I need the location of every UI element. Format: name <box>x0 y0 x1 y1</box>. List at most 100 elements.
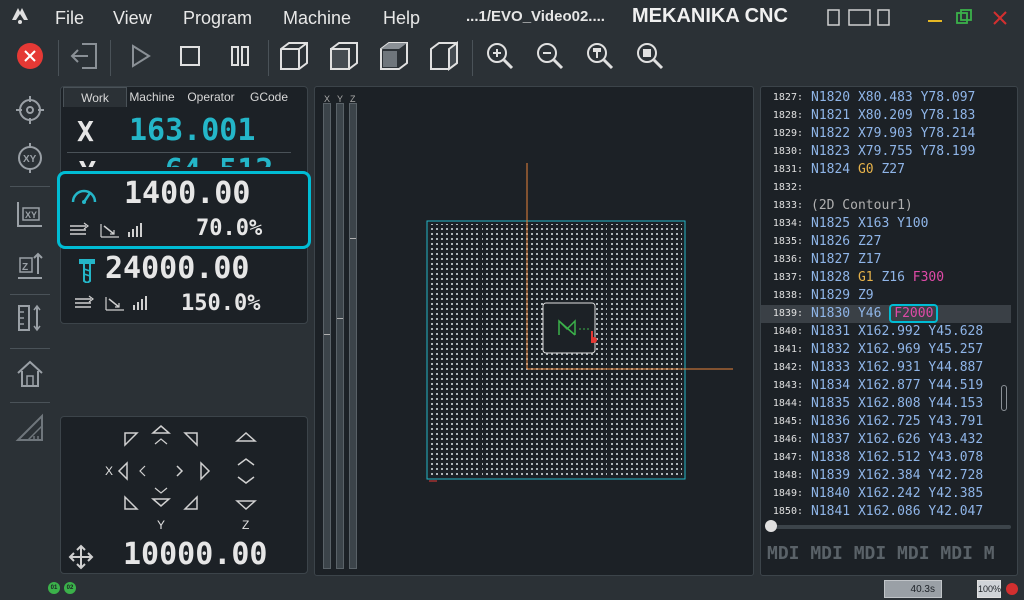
zoom-out-button[interactable] <box>532 38 568 74</box>
stop-button[interactable] <box>172 38 208 74</box>
gcode-line[interactable]: 1847: N1838 X162.512 Y43.078 <box>761 449 1011 467</box>
menu-file[interactable]: File <box>55 8 84 29</box>
zoom-extents-button[interactable] <box>632 38 668 74</box>
program-progress-slider[interactable] <box>765 520 1011 532</box>
view-side-button[interactable] <box>426 38 462 74</box>
axis-y-value-partial[interactable]: 64.512 <box>165 153 273 167</box>
gcode-line-text: N1836 X162.725 Y43.791 <box>811 414 984 429</box>
gcode-line-text: N1820 X80.483 Y78.097 <box>811 90 976 105</box>
gcode-line[interactable]: 1845: N1836 X162.725 Y43.791 <box>761 413 1011 431</box>
gcode-line[interactable]: 1836: N1827 Z17 <box>761 251 1011 269</box>
gcode-line[interactable]: 1846: N1837 X162.626 Y43.432 <box>761 431 1011 449</box>
mdi-input[interactable]: MDI MDI MDI MDI MDI M <box>767 543 995 564</box>
gcode-line[interactable]: 1828: N1821 X80.209 Y78.183 <box>761 107 1011 125</box>
gcode-line[interactable]: 1838: N1829 Z9 <box>761 287 1011 305</box>
play-button[interactable] <box>122 38 158 74</box>
menu-machine[interactable]: Machine <box>283 8 351 29</box>
gcode-line[interactable]: 1837: N1828 G1 Z16 F300 <box>761 269 1011 287</box>
gcode-line[interactable]: 1832: <box>761 179 1011 197</box>
gcode-line[interactable]: 1830: N1823 X79.755 Y78.199 <box>761 143 1011 161</box>
gcode-line[interactable]: 1833: (2D Contour1) <box>761 197 1011 215</box>
goto-xy-zero-button[interactable]: XY <box>10 138 50 178</box>
emergency-stop-button[interactable] <box>12 38 48 74</box>
home-button[interactable] <box>10 354 50 394</box>
view-top-icon <box>380 42 408 70</box>
status-led-2: 02 <box>64 582 76 594</box>
jog-y-label: Y <box>157 518 166 532</box>
gcode-line-number: 1829: <box>772 128 803 139</box>
set-z-button[interactable]: Z <box>10 246 50 286</box>
pause-button[interactable] <box>222 38 258 74</box>
gcode-line[interactable]: 1849: N1840 X162.242 Y42.385 <box>761 485 1011 503</box>
layout-single-icon[interactable] <box>827 9 841 27</box>
axis-readouts: X 163.001 Y 64.512 <box>67 107 303 167</box>
jog-speed-value[interactable]: 10000.00 <box>123 537 268 572</box>
close-icon[interactable] <box>991 9 1009 27</box>
gcode-listing[interactable]: 1827: N1820 X80.483 Y78.097 1828: N1821 X80… <box>761 87 1011 519</box>
menu-program[interactable]: Program <box>183 8 252 29</box>
gcode-line[interactable]: 1850: N1841 X162.086 Y42.047 <box>761 503 1011 521</box>
gcode-line[interactable]: 1839: N1830 Y46 F2000 <box>761 304 1011 323</box>
spindle-speed-value[interactable]: 24000.00 <box>105 251 250 286</box>
feed-arrows-icon <box>70 222 89 235</box>
jog-arrow-down-right <box>183 495 198 510</box>
jog-z-label: Z <box>242 518 250 532</box>
tab-operator[interactable]: Operator <box>183 87 239 107</box>
zoom-in-button[interactable] <box>482 38 518 74</box>
gcode-scroll-thumb[interactable] <box>1001 385 1007 411</box>
tool-length-button[interactable] <box>10 298 50 338</box>
gcode-line-text: N1829 Z9 <box>811 288 874 303</box>
gcode-line[interactable]: 1844: N1835 X162.808 Y44.153 <box>761 395 1011 413</box>
gcode-line[interactable]: 1842: N1833 X162.931 Y44.887 <box>761 359 1011 377</box>
spindle-increase-icon[interactable] <box>131 295 151 311</box>
app-title: MEKANIKA CNC <box>632 5 788 27</box>
set-xy-button[interactable]: XY <box>10 194 50 234</box>
gcode-line[interactable]: 1841: N1832 X162.969 Y45.257 <box>761 341 1011 359</box>
menu-view[interactable]: View <box>113 8 152 29</box>
gcode-line-number: 1834: <box>772 218 803 229</box>
feed-decrease-icon[interactable] <box>100 222 120 238</box>
view-iso-button[interactable] <box>276 38 312 74</box>
gcode-line[interactable]: 1834: N1825 X163 Y100 <box>761 215 1011 233</box>
gcode-line[interactable]: 1827: N1820 X80.483 Y78.097 <box>761 89 1011 107</box>
gcode-line[interactable]: 1829: N1822 X79.903 Y78.214 <box>761 125 1011 143</box>
minimize-icon[interactable] <box>926 9 944 27</box>
feed-override-value: 70.0% <box>196 216 263 241</box>
gcode-line[interactable]: 1840: N1831 X162.992 Y45.628 <box>761 323 1011 341</box>
gcode-line-number: 1832: <box>772 182 803 193</box>
layout-wide-icon[interactable] <box>848 9 872 27</box>
gcode-line[interactable]: 1831: N1824 G0 Z27 <box>761 161 1011 179</box>
axis-x-value[interactable]: 163.001 <box>129 113 255 148</box>
gcode-line[interactable]: 1848: N1839 X162.384 Y42.728 <box>761 467 1011 485</box>
feed-increase-icon[interactable] <box>126 222 146 238</box>
tab-work[interactable]: Work <box>63 87 127 107</box>
toolpath-viewport[interactable]: X Y Z <box>314 86 754 576</box>
exit-button[interactable] <box>66 38 102 74</box>
view-front-button[interactable] <box>326 38 362 74</box>
tab-machine[interactable]: Machine <box>127 87 177 107</box>
view-top-button[interactable] <box>376 38 412 74</box>
gcode-line[interactable]: 1843: N1834 X162.877 Y44.519 <box>761 377 1011 395</box>
gcode-line[interactable]: 1835: N1826 Z27 <box>761 233 1011 251</box>
gcode-line-text: N1835 X162.808 Y44.153 <box>811 396 984 411</box>
spindle-decrease-icon[interactable] <box>105 295 125 311</box>
zoom-fit-button[interactable] <box>582 38 618 74</box>
maximize-icon[interactable] <box>955 9 973 27</box>
gcode-line-number: 1844: <box>772 398 803 409</box>
jog-arrow-down <box>151 498 171 507</box>
jog-arrow-up-right <box>183 432 198 447</box>
zero-xy-origin-button[interactable] <box>10 90 50 130</box>
probe-corner-button[interactable] <box>10 408 50 448</box>
tab-gcode[interactable]: GCode <box>245 87 293 107</box>
gcode-line-text: N1825 X163 Y100 <box>811 216 929 231</box>
gcode-line-text: N1823 X79.755 Y78.199 <box>811 144 976 159</box>
layout-narrow-icon[interactable] <box>877 9 891 27</box>
slider-handle[interactable] <box>765 520 777 532</box>
xy-target-icon: XY <box>18 143 42 173</box>
svg-text:XY: XY <box>25 210 37 220</box>
jog-arrow-up-left <box>124 432 139 447</box>
gcode-line-text: N1826 Z27 <box>811 234 882 249</box>
status-led-1: 01 <box>48 582 60 594</box>
menu-help[interactable]: Help <box>383 8 420 29</box>
feed-rate-value[interactable]: 1400.00 <box>124 176 250 211</box>
